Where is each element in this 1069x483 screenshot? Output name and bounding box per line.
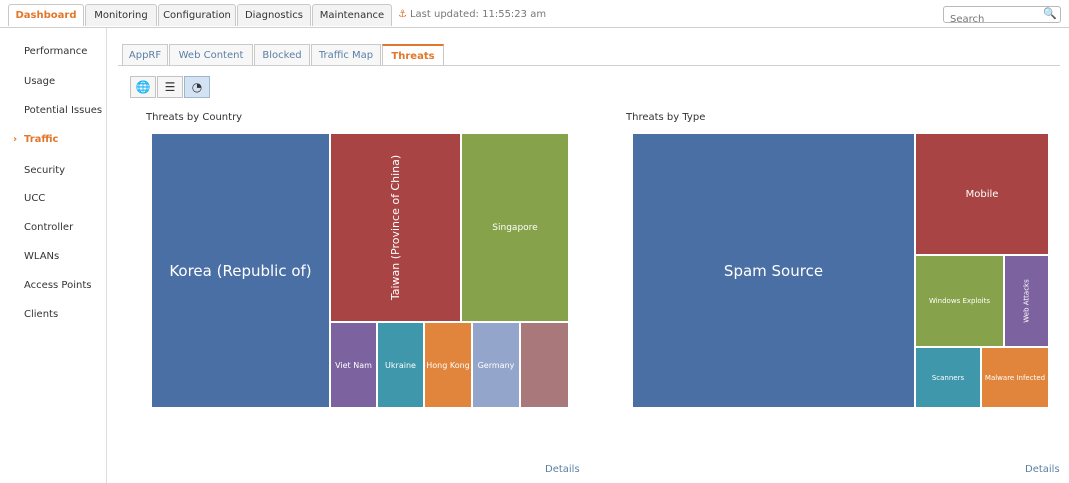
- tile-malware-infected[interactable]: Malware Infected: [981, 347, 1049, 408]
- treemap-threats-by-country: Korea (Republic of) Taiwan (Province of …: [151, 133, 569, 408]
- search-icon[interactable]: 🔍: [1043, 7, 1057, 20]
- tile-label: Windows Exploits: [928, 297, 991, 305]
- tab-dashboard[interactable]: Dashboard: [8, 4, 84, 26]
- tab-maintenance[interactable]: Maintenance: [312, 4, 392, 26]
- tile-label: Singapore: [492, 222, 538, 233]
- sidebar-item-potential-issues[interactable]: Potential Issues: [24, 105, 102, 116]
- tile-label: Web Attacks: [1022, 279, 1031, 323]
- tile-korea[interactable]: Korea (Republic of): [151, 133, 330, 408]
- globe-icon: 🌐: [135, 80, 151, 94]
- chart-icon: ◔: [191, 80, 203, 94]
- details-link-country[interactable]: Details: [545, 464, 580, 475]
- tile-label: Germany: [477, 360, 515, 370]
- chart-title-country: Threats by Country: [146, 112, 243, 123]
- sidebar-item-ucc[interactable]: UCC: [24, 193, 45, 204]
- list-icon: ☰: [164, 80, 176, 94]
- subtab-blocked[interactable]: Blocked: [254, 44, 310, 66]
- chart-view-button[interactable]: ◔: [184, 76, 210, 98]
- list-view-button[interactable]: ☰: [157, 76, 183, 98]
- divider: [0, 27, 1069, 28]
- tab-configuration[interactable]: Configuration: [158, 4, 236, 26]
- tile-singapore[interactable]: Singapore: [461, 133, 569, 322]
- sidebar-item-clients[interactable]: Clients: [24, 309, 58, 320]
- tile-label: Scanners: [931, 373, 965, 382]
- sidebar-item-performance[interactable]: Performance: [24, 46, 87, 57]
- tile-hong-kong[interactable]: Hong Kong: [424, 322, 472, 408]
- tile-viet-nam[interactable]: Viet Nam: [330, 322, 377, 408]
- tile-germany[interactable]: Germany: [472, 322, 520, 408]
- sidebar-item-controller[interactable]: Controller: [24, 222, 73, 233]
- chevron-right-icon: ›: [13, 134, 18, 145]
- tile-label: Viet Nam: [335, 360, 372, 370]
- sidebar-item-usage[interactable]: Usage: [24, 76, 55, 87]
- details-link-type[interactable]: Details: [1025, 464, 1060, 475]
- tile-label: Ukraine: [385, 360, 416, 370]
- tile-label: Hong Kong: [426, 360, 470, 370]
- tile-label: Malware Infected: [984, 373, 1046, 382]
- tile-label: Mobile: [965, 188, 999, 200]
- search-box[interactable]: 🔍: [943, 6, 1061, 27]
- divider: [118, 65, 1060, 66]
- sidebar-item-traffic[interactable]: › Traffic: [13, 134, 59, 145]
- treemap-threats-by-type: Spam Source Mobile Windows Exploits Web …: [632, 133, 1049, 408]
- chart-title-type: Threats by Type: [626, 112, 706, 123]
- tile-windows-exploits[interactable]: Windows Exploits: [915, 255, 1004, 347]
- last-updated-text: Last updated: 11:55:23 am: [409, 9, 547, 20]
- globe-view-button[interactable]: 🌐: [130, 76, 156, 98]
- tile-spam-source[interactable]: Spam Source: [632, 133, 915, 408]
- tile-label: Spam Source: [723, 261, 824, 280]
- subtab-traffic-map[interactable]: Traffic Map: [311, 44, 381, 66]
- subtab-web-content[interactable]: Web Content: [169, 44, 253, 66]
- tile-label: Korea (Republic of): [169, 261, 312, 280]
- sidebar-item-wlans[interactable]: WLANs: [24, 251, 59, 262]
- tile-scanners[interactable]: Scanners: [915, 347, 981, 408]
- tab-monitoring[interactable]: Monitoring: [85, 4, 157, 26]
- subtab-apprf[interactable]: AppRF: [122, 44, 168, 66]
- pin-icon: ⚓: [398, 9, 407, 20]
- tile-label: Taiwan (Province of China): [389, 154, 402, 301]
- sidebar-item-label: Traffic: [24, 134, 59, 145]
- tile-other-country[interactable]: [520, 322, 569, 408]
- sidebar-item-security[interactable]: Security: [24, 165, 65, 176]
- sidebar: Performance Usage Potential Issues › Tra…: [0, 28, 107, 483]
- tile-web-attacks[interactable]: Web Attacks: [1004, 255, 1049, 347]
- tile-mobile[interactable]: Mobile: [915, 133, 1049, 255]
- tile-taiwan[interactable]: Taiwan (Province of China): [330, 133, 461, 322]
- search-input[interactable]: [944, 12, 1046, 27]
- tab-diagnostics[interactable]: Diagnostics: [237, 4, 311, 26]
- tile-ukraine[interactable]: Ukraine: [377, 322, 424, 408]
- top-navigation: Dashboard Monitoring Configuration Diagn…: [0, 0, 1069, 28]
- subtab-threats[interactable]: Threats: [382, 44, 444, 66]
- last-updated: ⚓ Last updated: 11:55:23 am: [398, 5, 546, 25]
- sidebar-item-access-points[interactable]: Access Points: [24, 280, 91, 291]
